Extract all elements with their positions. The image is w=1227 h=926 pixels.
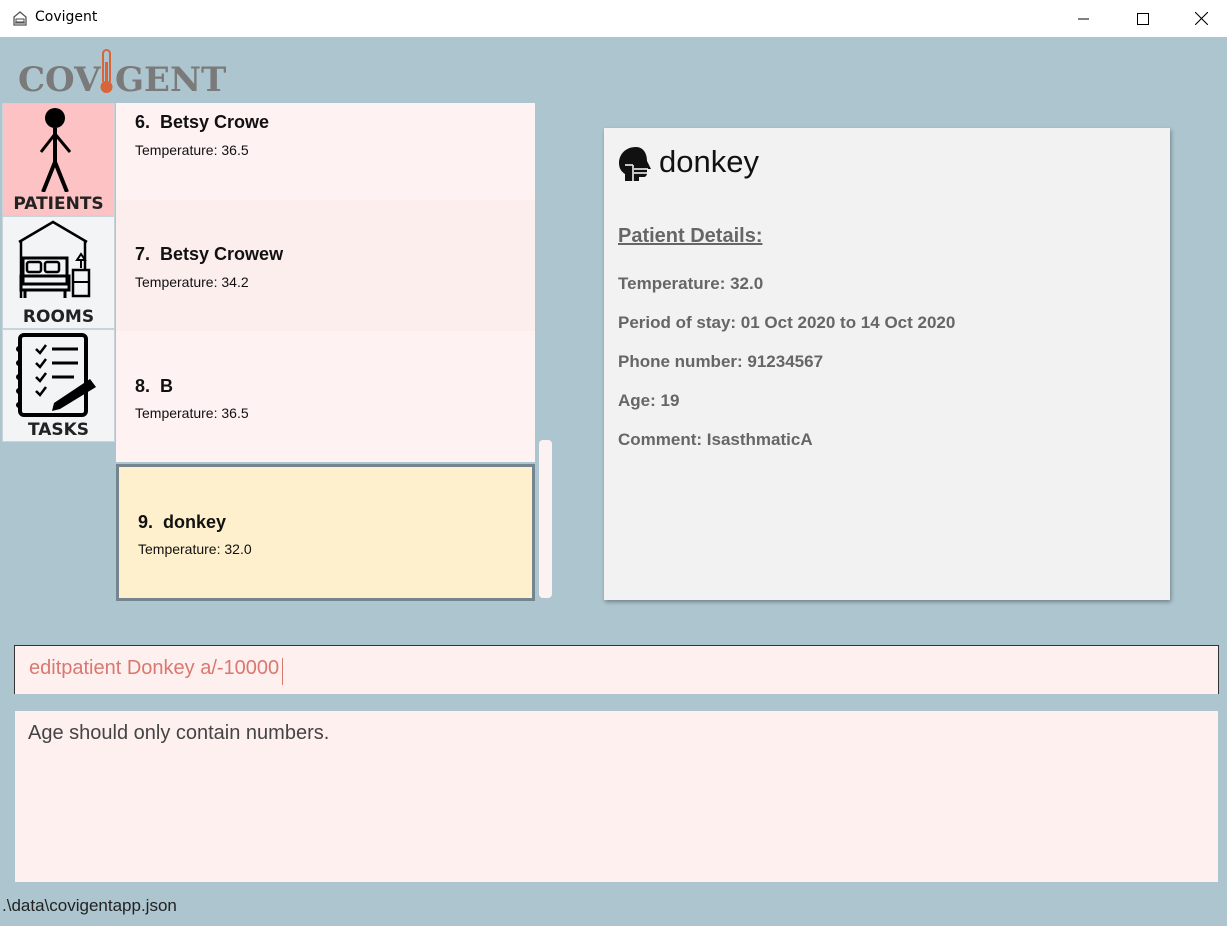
detail-patient-name: donkey: [659, 144, 759, 179]
detail-phone: Phone number: 91234567: [618, 352, 824, 371]
patient-card-temperature: Temperature: 32.0: [138, 541, 252, 557]
patient-card-selected[interactable]: 9. donkey Temperature: 32.0: [116, 464, 535, 601]
bed-icon: [18, 220, 91, 298]
patient-card[interactable]: 7. Betsy Crowew Temperature: 34.2: [116, 200, 535, 331]
list-scrollbar[interactable]: [539, 440, 552, 598]
text-caret: [282, 658, 283, 685]
thermometer-icon: [100, 49, 113, 93]
patient-card-temperature: Temperature: 36.5: [135, 142, 249, 158]
minimize-icon: [1078, 18, 1089, 19]
person-icon: [39, 108, 72, 192]
close-icon: [1194, 12, 1208, 25]
detail-heading: Patient Details:: [618, 225, 763, 247]
title-bar: Covigent: [0, 0, 1227, 37]
detail-age: Age: 19: [618, 391, 680, 410]
nav-patients[interactable]: PATIENTS: [2, 103, 115, 216]
detail-period: Period of stay: 01 Oct 2020 to 14 Oct 20…: [618, 313, 956, 332]
patient-card-name: 7. Betsy Crowew: [135, 244, 284, 264]
close-button[interactable]: [1172, 0, 1227, 37]
patient-card-name: 6. Betsy Crowe: [135, 112, 270, 132]
patient-card[interactable]: 8. B Temperature: 36.5: [116, 331, 535, 462]
checklist-icon: [16, 333, 96, 417]
patient-card-name: 9. donkey: [138, 512, 227, 532]
result-message: Age should only contain numbers.: [28, 722, 330, 744]
logo-text-left: COV: [18, 60, 101, 98]
maximize-icon: [1137, 12, 1149, 25]
window-title: Covigent: [35, 9, 98, 25]
nav-tasks[interactable]: TASKS: [2, 329, 115, 442]
logo-text-right: GENT: [115, 60, 226, 98]
status-bar-path: .\data\covigentapp.json: [2, 896, 177, 915]
command-input[interactable]: [29, 657, 1199, 680]
nav-tasks-label: TASKS: [27, 420, 90, 440]
patient-detail-panel: donkey Patient Details: Temperature: 32.…: [604, 128, 1170, 600]
app-icon: [13, 11, 27, 26]
command-box: [14, 645, 1219, 694]
nav-patients-label: PATIENTS: [13, 194, 104, 214]
nav-rooms-label: ROOMS: [22, 307, 95, 327]
detail-temperature: Temperature: 32.0: [618, 274, 764, 293]
covigent-logo: COV GENT: [18, 49, 226, 98]
nav-rooms[interactable]: ROOMS: [2, 216, 115, 329]
maximize-button[interactable]: [1114, 0, 1172, 37]
detail-comment: Comment: IsasthmaticA: [618, 430, 813, 449]
patient-list[interactable]: 6. Betsy Crowe Temperature: 36.5 7. Bets…: [116, 103, 535, 603]
patient-card[interactable]: 6. Betsy Crowe Temperature: 36.5: [116, 103, 535, 200]
minimize-button[interactable]: [1055, 0, 1113, 37]
patient-card-temperature: Temperature: 36.5: [135, 405, 249, 421]
result-display[interactable]: Age should only contain numbers.: [15, 711, 1218, 882]
patient-card-name: 8. B: [135, 376, 174, 396]
patient-card-temperature: Temperature: 34.2: [135, 274, 249, 290]
patient-head-icon: [619, 147, 651, 181]
